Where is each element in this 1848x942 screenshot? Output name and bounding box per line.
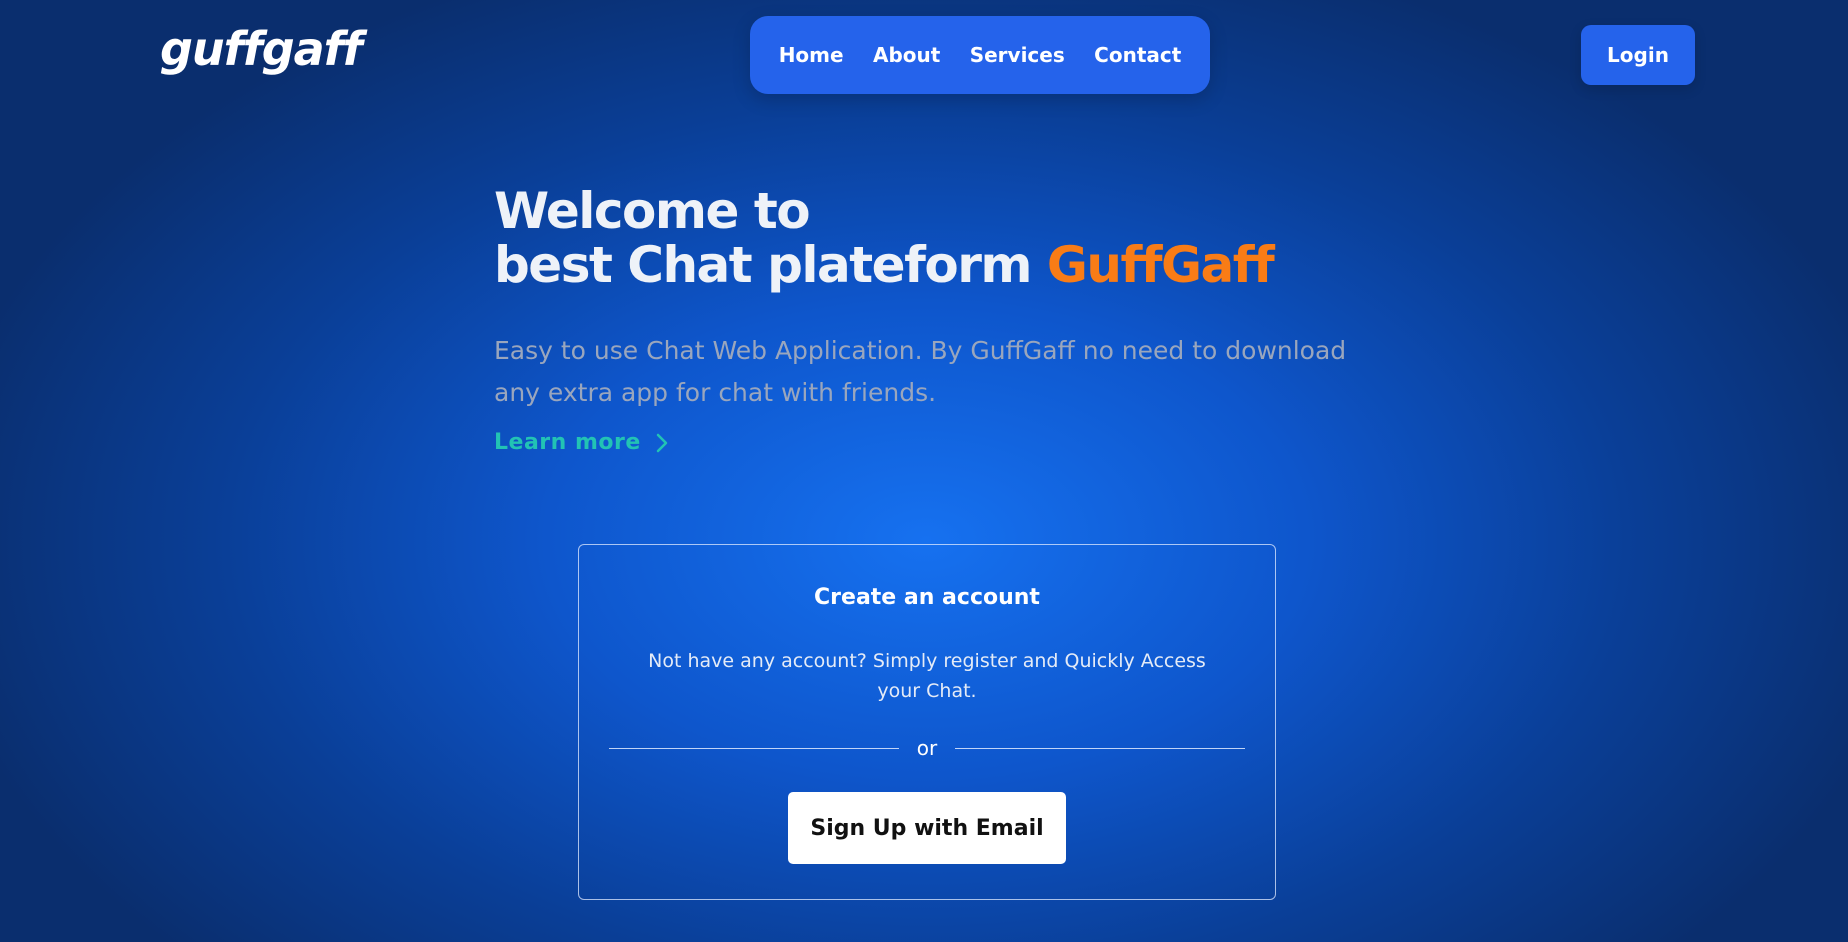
divider-line-left (609, 747, 899, 749)
main-nav: Home About Services Contact (750, 16, 1210, 94)
card-title: Create an account (814, 585, 1040, 610)
learn-more-link[interactable]: Learn more (494, 430, 669, 455)
hero-title: Welcome to best Chat plateform GuffGaff (494, 184, 1394, 292)
nav-item-about[interactable]: About (867, 35, 946, 75)
nav-item-home[interactable]: Home (773, 35, 850, 75)
hero-title-line1: Welcome to (494, 182, 811, 240)
hero-description: Easy to use Chat Web Application. By Guf… (494, 336, 1347, 407)
divider-text: or (916, 736, 938, 760)
login-button[interactable]: Login (1581, 25, 1695, 85)
hero-section: Welcome to best Chat plateform GuffGaff … (494, 184, 1394, 455)
signup-card: Create an account Not have any account? … (578, 544, 1276, 900)
hero-title-brand: GuffGaff (1046, 236, 1275, 294)
signup-email-button[interactable]: Sign Up with Email (788, 792, 1066, 864)
chevron-right-icon (656, 433, 668, 452)
hero-title-line2: best Chat plateform (494, 236, 1047, 294)
learn-more-label: Learn more (494, 430, 641, 455)
card-text: Not have any account? Simply register an… (648, 650, 1206, 702)
nav-item-contact[interactable]: Contact (1088, 35, 1187, 75)
logo[interactable]: guffgaff (160, 22, 363, 76)
nav-item-services[interactable]: Services (964, 35, 1071, 75)
or-divider: or (609, 736, 1245, 760)
divider-line-right (955, 747, 1245, 749)
